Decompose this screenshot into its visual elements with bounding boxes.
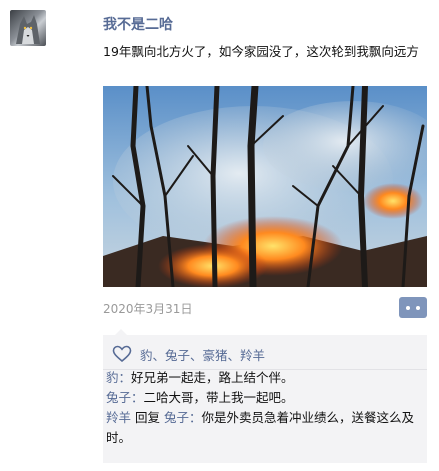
comment-item[interactable]: 兔子：二哈大哥，带上我一起吧。 <box>106 388 424 408</box>
reply-word: 回复 <box>131 410 164 425</box>
more-dots-icon <box>416 306 420 310</box>
comment-text: 二哈大哥，带上我一起吧。 <box>143 390 294 405</box>
comment-text: 好兄弟一起走，路上结个伴。 <box>131 370 294 385</box>
likes-row: 豹、兔子、豪猪、羚羊 <box>112 345 265 363</box>
comment-separator: ： <box>188 410 202 425</box>
post-date: 2020年3月31日 <box>103 302 193 316</box>
forest-fire-image <box>103 86 427 287</box>
comment-separator: ： <box>118 370 132 385</box>
more-dots-icon <box>406 306 410 310</box>
author-name[interactable]: 我不是二哈 <box>103 14 173 34</box>
heart-outline-icon <box>112 345 132 363</box>
author-avatar[interactable] <box>10 10 46 46</box>
post-photo[interactable] <box>103 86 427 287</box>
post-text: 19年飘向北方火了，如今家园没了，这次轮到我飘向远方 <box>103 44 419 59</box>
likes-names[interactable]: 豹、兔子、豪猪、羚羊 <box>140 345 265 364</box>
reply-target[interactable]: 兔子 <box>164 410 189 425</box>
comment-separator: ： <box>131 390 144 405</box>
comment-item[interactable]: 豹：好兄弟一起走，路上结个伴。 <box>106 368 424 388</box>
comment-item[interactable]: 羚羊 回复 兔子：你是外卖员急着冲业绩么，送餐这么及时。 <box>106 408 424 448</box>
comment-author[interactable]: 豹 <box>106 370 119 385</box>
comment-author[interactable]: 兔子 <box>106 390 131 405</box>
comment-author[interactable]: 羚羊 <box>106 410 131 425</box>
comments-panel: 豹、兔子、豪猪、羚羊 豹：好兄弟一起走，路上结个伴。 兔子：二哈大哥，带上我一起… <box>103 329 427 463</box>
wolf-icon <box>16 15 40 44</box>
more-button[interactable] <box>399 297 427 318</box>
